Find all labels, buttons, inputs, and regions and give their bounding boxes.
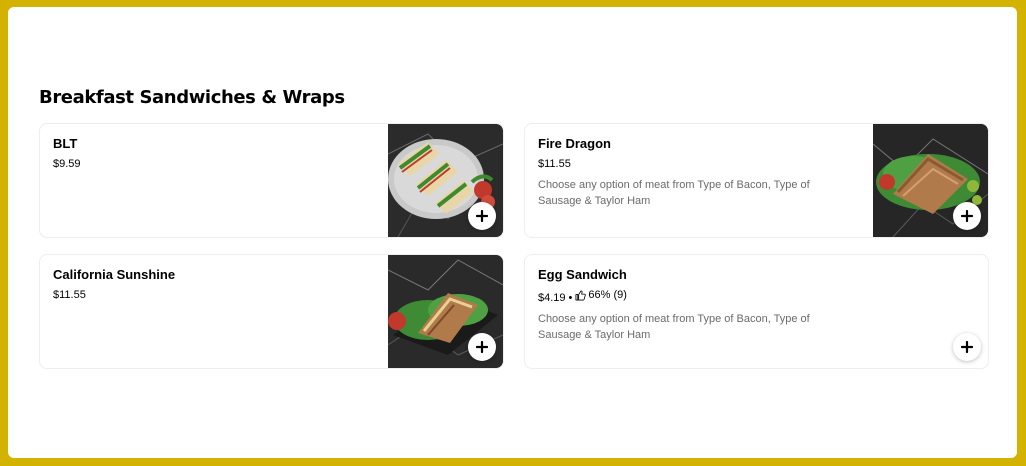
rating: 66% (9)	[575, 289, 627, 302]
menu-item-name: Egg Sandwich	[538, 267, 627, 282]
menu-item-image[interactable]	[388, 124, 503, 237]
plus-icon	[961, 341, 973, 353]
menu-item-card-california-sunshine[interactable]: California Sunshine $11.55	[39, 254, 504, 369]
plus-icon	[476, 210, 488, 222]
meta-separator: •	[568, 292, 573, 304]
menu-item-description: Choose any option of meat from Type of B…	[538, 313, 810, 341]
menu-item-card-fire-dragon[interactable]: Fire Dragon $11.55 Choose any option of …	[524, 123, 989, 238]
menu-item-name: Fire Dragon	[538, 136, 611, 151]
menu-item-info: BLT $9.59	[53, 136, 353, 171]
add-to-cart-button[interactable]	[953, 333, 981, 361]
menu-page: Breakfast Sandwiches & Wraps BLT $9.59 F…	[8, 7, 1017, 458]
menu-item-price: $4.19	[538, 292, 566, 304]
menu-item-card-blt[interactable]: BLT $9.59	[39, 123, 504, 238]
menu-item-description: Choose any option of meat from Type of B…	[538, 179, 810, 207]
menu-item-image[interactable]	[388, 255, 503, 368]
thumbs-up-icon	[575, 290, 587, 301]
menu-item-name: California Sunshine	[53, 267, 176, 282]
menu-item-name: BLT	[53, 136, 78, 151]
menu-item-price: $11.55	[53, 289, 86, 301]
plus-icon	[476, 341, 488, 353]
add-to-cart-button[interactable]	[468, 202, 496, 230]
menu-item-image[interactable]	[873, 124, 988, 237]
rating-value: 66% (9)	[588, 289, 627, 301]
menu-item-info: California Sunshine $11.55	[53, 267, 353, 302]
add-to-cart-button[interactable]	[468, 333, 496, 361]
menu-item-card-egg-sandwich[interactable]: Egg Sandwich $4.19 • 66% (9) Choose any op…	[524, 254, 989, 369]
menu-item-price: $9.59	[53, 158, 81, 170]
menu-item-info: Egg Sandwich $4.19 • 66% (9) Choose any op…	[538, 267, 838, 343]
menu-item-price: $11.55	[538, 158, 571, 170]
menu-item-info: Fire Dragon $11.55 Choose any option of …	[538, 136, 838, 209]
add-to-cart-button[interactable]	[953, 202, 981, 230]
section-title: Breakfast Sandwiches & Wraps	[39, 87, 345, 108]
plus-icon	[961, 210, 973, 222]
menu-item-meta: $4.19 • 66% (9)	[538, 289, 838, 305]
